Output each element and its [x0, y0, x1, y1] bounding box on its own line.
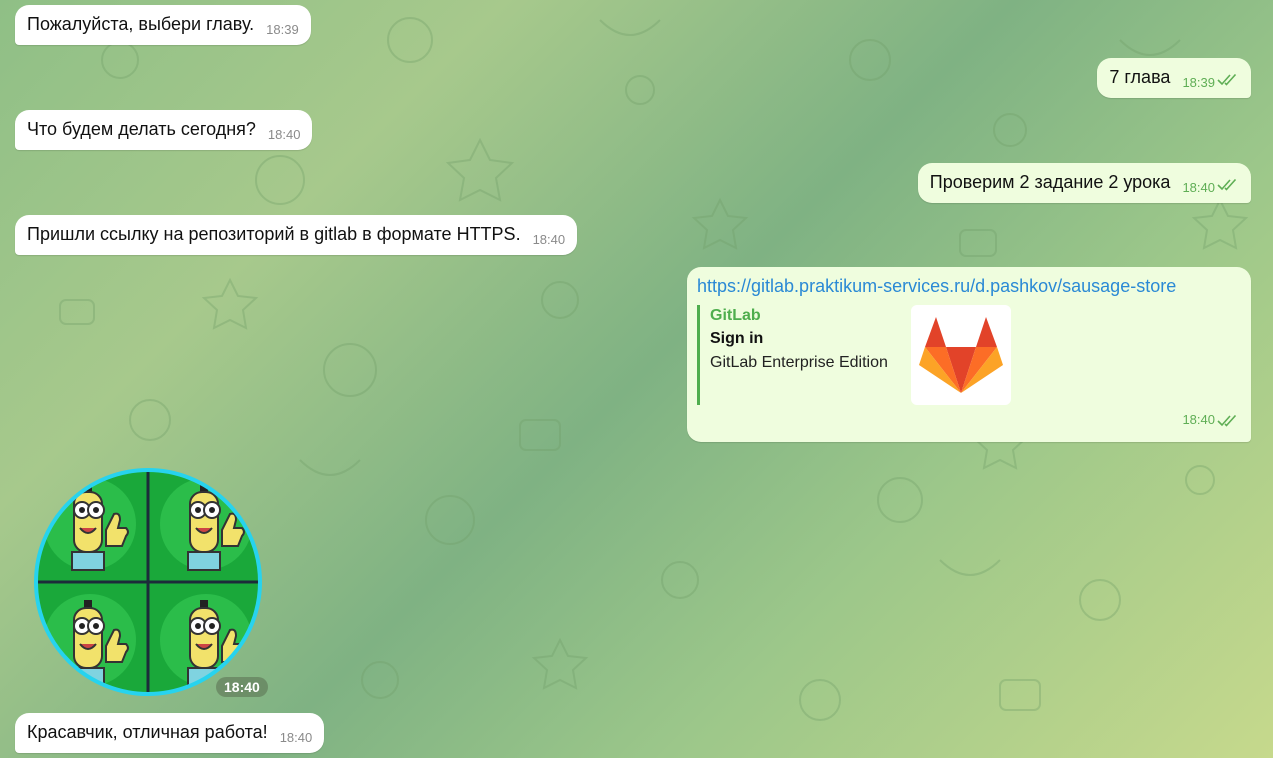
message-bubble-incoming[interactable]: Что будем делать сегодня? 18:40 [15, 110, 313, 150]
message-time: 18:39 [266, 22, 299, 37]
preview-site-name: GitLab [710, 307, 761, 324]
message-time: 18:40 [532, 232, 566, 247]
message-time: 18:40 [1182, 180, 1215, 195]
waving-character-sticker[interactable] [32, 466, 264, 698]
message-text: Пожалуйста, выбери главу. [27, 14, 255, 34]
message-link[interactable]: https://gitlab.praktikum-services.ru/d.p… [697, 275, 1239, 297]
message-bubble-outgoing[interactable]: 7 глава 18:39 [1097, 58, 1251, 98]
gitlab-logo-icon [911, 305, 1011, 405]
message-time: 18:40 [267, 127, 301, 142]
message-text: Что будем делать сегодня? [27, 119, 256, 139]
sticker-time: 18:40 [216, 677, 268, 697]
message-time: 18:40 [1182, 412, 1215, 427]
read-checkmarks-icon [1217, 412, 1239, 434]
message-text: Проверим 2 задание 2 урока [929, 172, 1171, 192]
message-bubble-incoming[interactable]: Пришли ссылку на репозиторий в gitlab в … [15, 215, 578, 255]
message-time: 18:40 [279, 730, 313, 745]
message-bubble-incoming[interactable]: Пожалуйста, выбери главу. 18:39 [15, 5, 311, 45]
message-text: Красавчик, отличная работа! [27, 722, 268, 742]
message-bubble-incoming[interactable]: Красавчик, отличная работа! 18:40 [15, 713, 325, 753]
read-checkmarks-icon [1217, 69, 1239, 91]
message-bubble-outgoing[interactable]: Проверим 2 задание 2 урока 18:40 [917, 163, 1251, 203]
message-time: 18:39 [1182, 75, 1215, 90]
read-checkmarks-icon [1217, 174, 1239, 196]
message-text: 7 глава [1109, 67, 1171, 87]
message-bubble-outgoing-link[interactable]: https://gitlab.praktikum-services.ru/d.p… [687, 267, 1251, 442]
preview-description: GitLab Enterprise Edition [710, 354, 888, 371]
preview-title: Sign in [710, 330, 764, 347]
link-preview[interactable]: GitLab Sign in GitLab Enterprise Edition [697, 305, 1239, 405]
message-text: Пришли ссылку на репозиторий в gitlab в … [27, 224, 521, 244]
